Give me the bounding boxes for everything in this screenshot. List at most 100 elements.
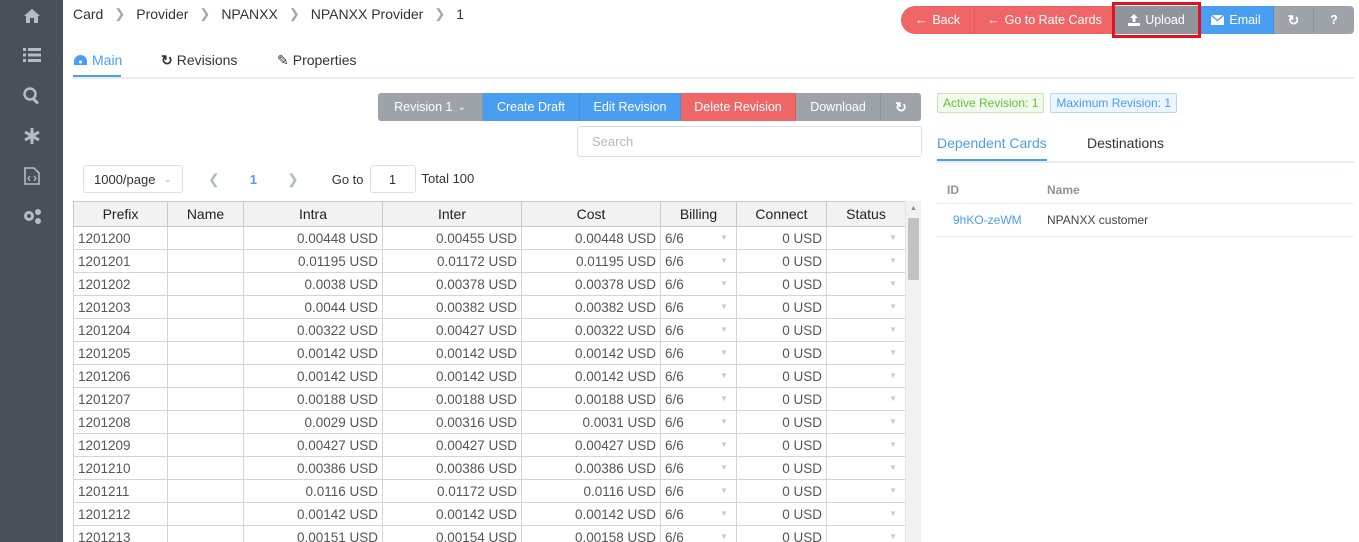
dropdown-caret-icon[interactable]: ▼ (720, 509, 728, 518)
create-draft-button[interactable]: Create Draft (483, 93, 580, 121)
grid-cell-cost[interactable]: 0.00142 USD (521, 341, 661, 365)
grid-cell-inter[interactable]: 0.00378 USD (382, 272, 522, 296)
dropdown-caret-icon[interactable]: ▼ (889, 233, 897, 242)
column-header[interactable]: Intra (243, 201, 383, 227)
go-to-rate-cards-button[interactable]: ← Go to Rate Cards (975, 6, 1115, 34)
grid-cell-inter[interactable]: 0.00427 USD (382, 318, 522, 342)
grid-cell-billing[interactable]: 6/6 ▼ (660, 364, 737, 388)
list-icon[interactable] (0, 45, 63, 65)
grid-cell-connect[interactable]: 0 USD (736, 249, 827, 273)
grid-cell-prefix[interactable]: 1201208 (73, 410, 168, 434)
dropdown-caret-icon[interactable]: ▼ (720, 325, 728, 334)
grid-cell-inter[interactable]: 0.00142 USD (382, 502, 522, 526)
grid-cell-connect[interactable]: 0 USD (736, 341, 827, 365)
dropdown-caret-icon[interactable]: ▼ (720, 302, 728, 311)
column-header[interactable]: Billing (660, 201, 737, 227)
table-row[interactable]: 1201200 0.00448 USD 0.00455 USD 0.00448 USD… (73, 226, 906, 250)
grid-cell-billing[interactable]: 6/6 ▼ (660, 479, 737, 503)
delete-revision-button[interactable]: Delete Revision (681, 93, 796, 121)
dropdown-caret-icon[interactable]: ▼ (720, 348, 728, 357)
dropdown-caret-icon[interactable]: ▼ (889, 440, 897, 449)
grid-cell-cost[interactable]: 0.00142 USD (521, 502, 661, 526)
grid-cell-cost[interactable]: 0.00382 USD (521, 295, 661, 319)
dropdown-caret-icon[interactable]: ▼ (720, 394, 728, 403)
grid-cell-billing[interactable]: 6/6 ▼ (660, 295, 737, 319)
grid-cell-inter[interactable]: 0.00386 USD (382, 456, 522, 480)
reload-button[interactable]: ↻ (881, 93, 921, 121)
email-button[interactable]: Email (1199, 6, 1274, 34)
grid-cell-intra[interactable]: 0.00427 USD (243, 433, 383, 457)
grid-cell-connect[interactable]: 0 USD (736, 479, 827, 503)
grid-cell-cost[interactable]: 0.01195 USD (521, 249, 661, 273)
column-header[interactable]: Connect (736, 201, 827, 227)
grid-cell-prefix[interactable]: 1201201 (73, 249, 168, 273)
table-row[interactable]: 1201203 0.0044 USD 0.00382 USD 0.00382 USD 6… (73, 295, 906, 319)
grid-cell-status[interactable]: ▼ (826, 525, 906, 542)
grid-cell-inter[interactable]: 0.00142 USD (382, 364, 522, 388)
scroll-up-icon[interactable]: ▲ (910, 205, 917, 212)
grid-cell-prefix[interactable]: 1201206 (73, 364, 168, 388)
grid-cell-status[interactable]: ▼ (826, 456, 906, 480)
column-header[interactable]: Name (167, 201, 244, 227)
edit-revision-button[interactable]: Edit Revision (580, 93, 681, 121)
grid-cell-inter[interactable]: 0.01172 USD (382, 479, 522, 503)
grid-cell-intra[interactable]: 0.0116 USD (243, 479, 383, 503)
grid-cell-inter[interactable]: 0.01172 USD (382, 249, 522, 273)
table-row[interactable]: 1201213 0.00151 USD 0.00154 USD 0.00158 USD… (73, 525, 906, 542)
grid-cell-billing[interactable]: 6/6 ▼ (660, 341, 737, 365)
grid-cell-intra[interactable]: 0.00142 USD (243, 364, 383, 388)
column-header[interactable]: Inter (382, 201, 522, 227)
dropdown-caret-icon[interactable]: ▼ (889, 325, 897, 334)
grid-cell-billing[interactable]: 6/6 ▼ (660, 502, 737, 526)
grid-cell-name[interactable] (167, 433, 244, 457)
home-icon[interactable] (0, 6, 63, 26)
grid-cell-name[interactable] (167, 249, 244, 273)
dropdown-caret-icon[interactable]: ▼ (889, 417, 897, 426)
grid-cell-prefix[interactable]: 1201204 (73, 318, 168, 342)
table-row[interactable]: 1201207 0.00188 USD 0.00188 USD 0.00188 USD… (73, 387, 906, 411)
grid-cell-name[interactable] (167, 502, 244, 526)
grid-cell-connect[interactable]: 0 USD (736, 295, 827, 319)
grid-cell-prefix[interactable]: 1201205 (73, 341, 168, 365)
grid-cell-billing[interactable]: 6/6 ▼ (660, 249, 737, 273)
grid-cell-status[interactable]: ▼ (826, 502, 906, 526)
grid-cell-connect[interactable]: 0 USD (736, 272, 827, 296)
tab-destinations[interactable]: Destinations (1087, 135, 1164, 151)
grid-cell-prefix[interactable]: 1201207 (73, 387, 168, 411)
grid-cell-status[interactable]: ▼ (826, 364, 906, 388)
grid-cell-name[interactable] (167, 272, 244, 296)
grid-cell-cost[interactable]: 0.00378 USD (521, 272, 661, 296)
breadcrumb-npanxx-provider[interactable]: NPANXX Provider (311, 6, 424, 22)
tab-properties[interactable]: ✎ Properties (277, 50, 357, 70)
grid-cell-prefix[interactable]: 1201209 (73, 433, 168, 457)
grid-cell-inter[interactable]: 0.00188 USD (382, 387, 522, 411)
grid-cell-cost[interactable]: 0.00386 USD (521, 456, 661, 480)
breadcrumb-provider[interactable]: Provider (136, 6, 188, 22)
grid-cell-status[interactable]: ▼ (826, 272, 906, 296)
table-row[interactable]: 1201201 0.01195 USD 0.01172 USD 0.01195 USD… (73, 249, 906, 273)
table-row[interactable]: 1201209 0.00427 USD 0.00427 USD 0.00427 USD… (73, 433, 906, 457)
grid-cell-connect[interactable]: 0 USD (736, 410, 827, 434)
grid-cell-billing[interactable]: 6/6 ▼ (660, 410, 737, 434)
dropdown-caret-icon[interactable]: ▼ (889, 532, 897, 541)
dropdown-caret-icon[interactable]: ▼ (889, 348, 897, 357)
dropdown-caret-icon[interactable]: ▼ (889, 302, 897, 311)
grid-cell-status[interactable]: ▼ (826, 295, 906, 319)
grid-cell-cost[interactable]: 0.00142 USD (521, 364, 661, 388)
next-page-icon[interactable]: ❯ (287, 171, 299, 188)
grid-cell-intra[interactable]: 0.00448 USD (243, 226, 383, 250)
grid-cell-billing[interactable]: 6/6 ▼ (660, 272, 737, 296)
breadcrumb-card[interactable]: Card (73, 6, 103, 22)
dropdown-caret-icon[interactable]: ▼ (720, 233, 728, 242)
grid-cell-prefix[interactable]: 1201211 (73, 479, 168, 503)
table-row[interactable]: 1201212 0.00142 USD 0.00142 USD 0.00142 USD… (73, 502, 906, 526)
column-header[interactable]: Cost (521, 201, 661, 227)
grid-cell-prefix[interactable]: 1201212 (73, 502, 168, 526)
grid-cell-connect[interactable]: 0 USD (736, 502, 827, 526)
grid-cell-intra[interactable]: 0.00188 USD (243, 387, 383, 411)
grid-cell-intra[interactable]: 0.0038 USD (243, 272, 383, 296)
grid-cell-billing[interactable]: 6/6 ▼ (660, 456, 737, 480)
page-size-select[interactable]: 1000/page ⌄ (83, 165, 183, 193)
grid-cell-prefix[interactable]: 1201203 (73, 295, 168, 319)
search-icon[interactable] (0, 86, 63, 106)
